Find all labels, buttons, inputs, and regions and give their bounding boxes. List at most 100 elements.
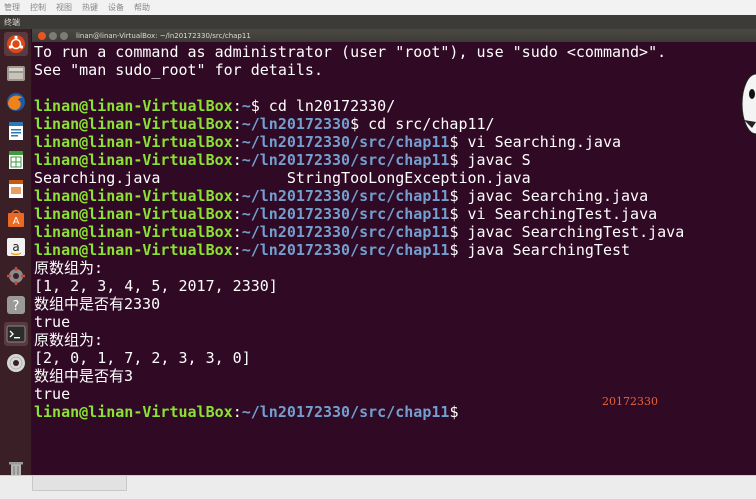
close-button[interactable] bbox=[38, 31, 46, 40]
top-panel-title: 终端 bbox=[4, 17, 20, 27]
terminal-line: linan@linan-VirtualBox:~/ln20172330/src/… bbox=[34, 151, 754, 169]
prompt-user: linan@linan-VirtualBox bbox=[34, 133, 233, 151]
prompt-path: ~/ln20172330/src/chap11 bbox=[241, 205, 450, 223]
bottom-status-bar bbox=[0, 475, 756, 499]
help-icon[interactable]: ? bbox=[4, 293, 28, 317]
prompt-path: ~/ln20172330 bbox=[241, 115, 351, 133]
menu-item-hotkey[interactable]: 热键 bbox=[82, 0, 98, 15]
prompt-command: $ vi Searching.java bbox=[449, 133, 622, 151]
minimize-button[interactable] bbox=[49, 31, 57, 40]
prompt-separator: : bbox=[232, 133, 242, 151]
prompt-separator: : bbox=[232, 187, 242, 205]
prompt-path: ~/ln20172330/src/chap11 bbox=[241, 151, 450, 169]
terminal-line: 原数组为: bbox=[34, 259, 754, 277]
guest-top-panel: 终端 bbox=[0, 15, 756, 29]
output-text: [2, 0, 1, 7, 2, 3, 3, 0] bbox=[34, 349, 251, 367]
menu-item-devices[interactable]: 设备 bbox=[108, 0, 124, 15]
screen: 管理 控制 视图 热键 设备 帮助 终端 A a ? linan@linan-V… bbox=[0, 0, 756, 499]
terminal-line: linan@linan-VirtualBox:~/ln20172330/src/… bbox=[34, 241, 754, 259]
prompt-command: $ javac Searching.java bbox=[449, 187, 649, 205]
prompt-command: $ java SearchingTest bbox=[449, 241, 631, 259]
output-text: 原数组为: bbox=[34, 259, 104, 277]
prompt-command: $ bbox=[449, 403, 468, 421]
terminal-output[interactable]: To run a command as administrator (user … bbox=[34, 43, 754, 473]
watermark-text: 20172330 bbox=[602, 395, 658, 408]
prompt-command: $ javac SearchingTest.java bbox=[449, 223, 685, 241]
prompt-user: linan@linan-VirtualBox bbox=[34, 223, 233, 241]
amazon-icon[interactable]: a bbox=[4, 235, 28, 259]
prompt-user: linan@linan-VirtualBox bbox=[34, 205, 233, 223]
terminal-line: linan@linan-VirtualBox:~$ cd ln20172330/ bbox=[34, 97, 754, 115]
terminal-line: To run a command as administrator (user … bbox=[34, 43, 754, 61]
output-text: See "man sudo_root" for details. bbox=[34, 61, 323, 79]
software-center-icon[interactable]: A bbox=[4, 206, 28, 230]
prompt-path: ~/ln20172330/src/chap11 bbox=[241, 133, 450, 151]
svg-text:a: a bbox=[12, 240, 19, 254]
terminal-line: 原数组为: bbox=[34, 331, 754, 349]
maximize-button[interactable] bbox=[60, 31, 68, 40]
terminal-line: linan@linan-VirtualBox:~/ln20172330/src/… bbox=[34, 187, 754, 205]
window-titlebar[interactable]: linan@linan-VirtualBox: ~/ln20172330/src… bbox=[32, 29, 756, 42]
prompt-command: $ cd ln20172330/ bbox=[250, 97, 396, 115]
menu-item-view[interactable]: 视图 bbox=[56, 0, 72, 15]
writer-icon[interactable] bbox=[4, 119, 28, 143]
menu-item-control[interactable]: 控制 bbox=[30, 0, 46, 15]
desktop-pet-icon bbox=[741, 73, 756, 135]
output-text: 数组中是否有2330 bbox=[34, 295, 161, 313]
prompt-path: ~/ln20172330/src/chap11 bbox=[241, 241, 450, 259]
prompt-command: $ cd src/chap11/ bbox=[350, 115, 495, 133]
output-text: [1, 2, 3, 4, 5, 2017, 2330] bbox=[34, 277, 278, 295]
svg-text:?: ? bbox=[13, 299, 20, 314]
terminal-line: linan@linan-VirtualBox:~/ln20172330$ cd … bbox=[34, 115, 754, 133]
prompt-user: linan@linan-VirtualBox bbox=[34, 403, 233, 421]
terminal-line: linan@linan-VirtualBox:~/ln20172330/src/… bbox=[34, 223, 754, 241]
prompt-user: linan@linan-VirtualBox bbox=[34, 241, 233, 259]
prompt-separator: : bbox=[232, 97, 242, 115]
firefox-icon[interactable] bbox=[4, 90, 28, 114]
terminal-window[interactable]: linan@linan-VirtualBox: ~/ln20172330/src… bbox=[32, 29, 756, 475]
launcher: A a ? bbox=[0, 29, 32, 489]
dvd-icon[interactable] bbox=[4, 351, 28, 375]
calc-icon[interactable] bbox=[4, 148, 28, 172]
output-text: true bbox=[34, 313, 71, 331]
prompt-user: linan@linan-VirtualBox bbox=[34, 151, 233, 169]
svg-text:A: A bbox=[13, 216, 20, 227]
ubuntu-dash-icon[interactable] bbox=[4, 32, 28, 56]
prompt-separator: : bbox=[232, 223, 242, 241]
prompt-command: $ javac S bbox=[449, 151, 531, 169]
menu-item-manage[interactable]: 管理 bbox=[4, 0, 20, 15]
terminal-line: 数组中是否有3 bbox=[34, 367, 754, 385]
terminal-line: 数组中是否有2330 bbox=[34, 295, 754, 313]
prompt-command: $ vi SearchingTest.java bbox=[449, 205, 658, 223]
prompt-separator: : bbox=[232, 205, 242, 223]
prompt-path: ~/ln20172330/src/chap11 bbox=[241, 187, 450, 205]
prompt-user: linan@linan-VirtualBox bbox=[34, 115, 233, 133]
prompt-separator: : bbox=[232, 403, 242, 421]
prompt-separator: : bbox=[232, 241, 242, 259]
output-text: 数组中是否有3 bbox=[34, 367, 134, 385]
terminal-line: Searching.java StringTooLongException.ja… bbox=[34, 169, 754, 187]
terminal-line: true bbox=[34, 313, 754, 331]
output-text: 原数组为: bbox=[34, 331, 104, 349]
terminal-line: linan@linan-VirtualBox:~/ln20172330/src/… bbox=[34, 205, 754, 223]
prompt-path: ~/ln20172330/src/chap11 bbox=[241, 403, 450, 421]
settings-icon[interactable] bbox=[4, 264, 28, 288]
output-text: true bbox=[34, 385, 71, 403]
files-icon[interactable] bbox=[4, 61, 28, 85]
terminal-line: See "man sudo_root" for details. bbox=[34, 61, 754, 79]
menu-item-help[interactable]: 帮助 bbox=[134, 0, 150, 15]
prompt-user: linan@linan-VirtualBox bbox=[34, 187, 233, 205]
output-text: To run a command as administrator (user … bbox=[34, 43, 667, 61]
prompt-separator: : bbox=[232, 151, 242, 169]
prompt-path: ~/ln20172330/src/chap11 bbox=[241, 223, 450, 241]
window-title: linan@linan-VirtualBox: ~/ln20172330/src… bbox=[76, 31, 251, 40]
terminal-icon[interactable] bbox=[4, 322, 28, 346]
terminal-line: linan@linan-VirtualBox:~/ln20172330/src/… bbox=[34, 133, 754, 151]
prompt-user: linan@linan-VirtualBox bbox=[34, 97, 233, 115]
impress-icon[interactable] bbox=[4, 177, 28, 201]
terminal-line: [1, 2, 3, 4, 5, 2017, 2330] bbox=[34, 277, 754, 295]
terminal-line: [2, 0, 1, 7, 2, 3, 3, 0] bbox=[34, 349, 754, 367]
prompt-separator: : bbox=[232, 115, 242, 133]
vbox-menubar: 管理 控制 视图 热键 设备 帮助 bbox=[0, 0, 756, 15]
